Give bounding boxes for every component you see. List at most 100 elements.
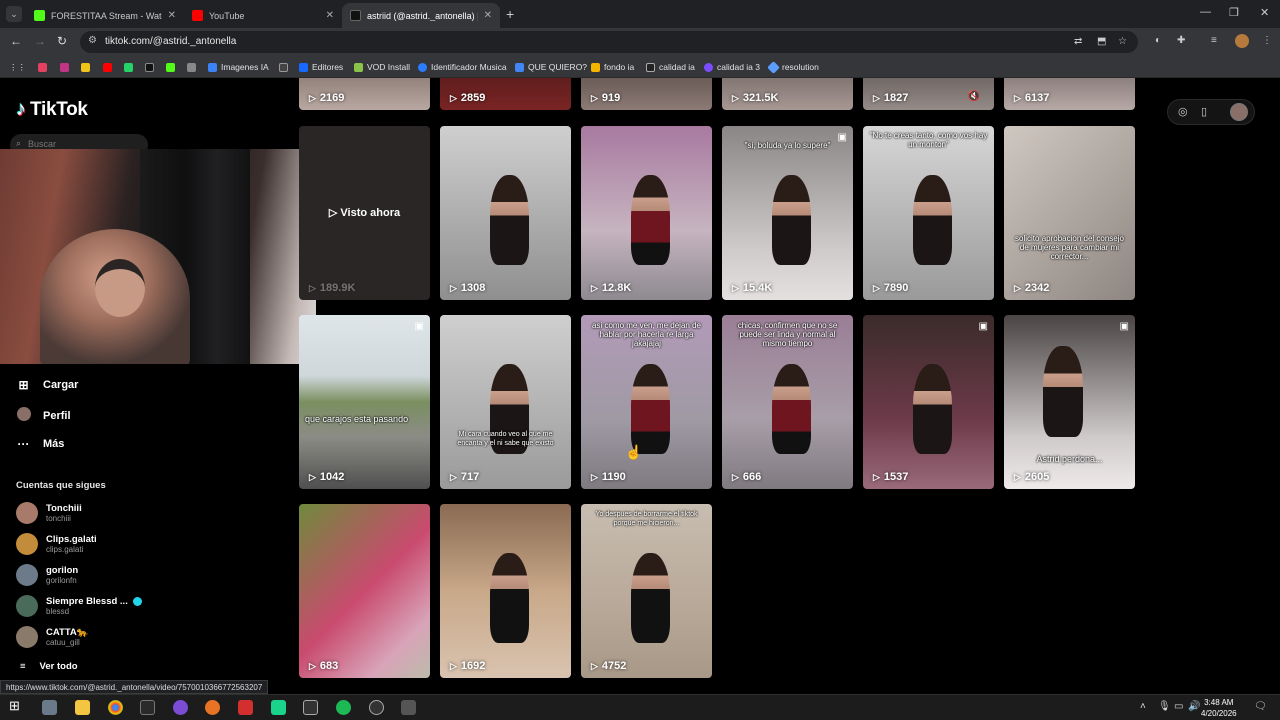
tab-forestitaa[interactable]: FORESTITAA Stream - Watch Li... ✕	[26, 3, 184, 28]
bookmark-6[interactable]	[145, 60, 154, 74]
video-tile[interactable]: "No te creas tanto, como vos hay un mont…	[863, 126, 994, 300]
tab-youtube[interactable]: YouTube ✕	[184, 3, 342, 28]
nav-profile[interactable]: Perfil	[16, 407, 71, 424]
video-tile[interactable]: ▷ 12.8K	[581, 126, 712, 300]
video-thumbnail	[912, 363, 953, 455]
volume-icon[interactable]: 🔊	[1188, 701, 1200, 712]
nav-upload[interactable]: ⊞ Cargar	[16, 378, 78, 392]
extension-icon[interactable]: ◐	[1155, 35, 1161, 46]
tab-search-button[interactable]: ⌄	[6, 6, 22, 22]
video-tile[interactable]: "si, boluda ya lo supere" ▣ ▷ 15.4K	[722, 126, 853, 300]
youtube-icon	[192, 10, 203, 21]
spotify-icon[interactable]	[336, 700, 351, 715]
tray-chevron-icon[interactable]: ˄	[1140, 701, 1146, 712]
network-icon[interactable]: ▭	[1174, 701, 1183, 712]
following-item[interactable]: gorilon gorilonfn	[16, 564, 78, 586]
play-icon: ▷	[591, 92, 598, 103]
browser-profile-avatar[interactable]	[1235, 34, 1249, 48]
bookmark-9[interactable]	[279, 60, 288, 74]
close-icon[interactable]: ✕	[484, 10, 492, 21]
tiktok-logo[interactable]: ♪ TikTok	[16, 98, 88, 121]
reload-button[interactable]: ↻	[57, 34, 67, 48]
ninja-recorder-icon[interactable]	[238, 700, 253, 715]
translate-icon[interactable]: ⇄	[1074, 36, 1082, 47]
close-icon[interactable]: ✕	[168, 10, 176, 21]
minimize-button[interactable]: —	[1200, 6, 1211, 18]
restore-button[interactable]: ❐	[1229, 6, 1239, 19]
video-tile[interactable]: ▷ 1827 🔇	[863, 78, 994, 110]
notifications-icon[interactable]: 🗨	[1254, 701, 1267, 712]
bookmark-vod-install[interactable]: VOD Install	[354, 60, 410, 74]
apps-grid-icon[interactable]: ⋮⋮	[9, 60, 26, 74]
following-item[interactable]: Clips.galati clips.galati	[16, 533, 97, 555]
bookmark-8[interactable]	[187, 60, 196, 74]
see-all-link[interactable]: ≡ Ver todo	[20, 661, 78, 672]
video-tile[interactable]: ▣ Astrid perdona... ▷ 2605	[1004, 315, 1135, 489]
menu-kebab-icon[interactable]: ⋮	[1262, 35, 1272, 46]
bookmark-que-quiero[interactable]: QUE QUIERO?	[515, 60, 587, 74]
bookmark-2[interactable]	[60, 60, 69, 74]
compass-icon[interactable]: ◎	[1178, 105, 1188, 118]
video-tile[interactable]: Mi cara cuando veo al que me encanta y e…	[440, 315, 571, 489]
bookmark-identificador-musica[interactable]: Identificador Musica	[418, 60, 507, 74]
video-tile-watched[interactable]: ▷ Visto ahora ▷ 189.9K	[299, 126, 430, 300]
bookmark-1[interactable]	[38, 60, 47, 74]
video-tile[interactable]: ▷ 1692	[440, 504, 571, 678]
video-tile[interactable]: chicas, confirmen que no se puede ser li…	[722, 315, 853, 489]
app-icon[interactable]	[401, 700, 416, 715]
following-item[interactable]: Siempre Blessd ... blessd	[16, 595, 142, 617]
bookmark-3[interactable]	[81, 60, 90, 74]
task-view-icon[interactable]	[42, 700, 57, 715]
video-tile[interactable]: asi como me ven, me dejan de hablar por …	[581, 315, 712, 489]
video-tile[interactable]: ▷ 683	[299, 504, 430, 678]
chrome-icon[interactable]	[108, 700, 123, 715]
following-item[interactable]: Tonchiii tonchiii	[16, 502, 82, 524]
tab-tiktok[interactable]: astriid (@astrid._antonella) | Ti... ✕	[342, 3, 500, 28]
kick-app-icon[interactable]	[271, 700, 286, 715]
new-tab-button[interactable]: +	[506, 6, 514, 22]
window-close-button[interactable]: ✕	[1260, 6, 1269, 19]
video-tile[interactable]: ▣ ▷ 1537	[863, 315, 994, 489]
bookmark-star-icon[interactable]: ☆	[1118, 36, 1127, 47]
obs-icon[interactable]	[369, 700, 384, 715]
bookmark-imagenes-ia[interactable]: Imagenes IA	[208, 60, 269, 74]
video-tile[interactable]: Yo despues de borrarme el tiktok porque …	[581, 504, 712, 678]
file-explorer-icon[interactable]	[75, 700, 90, 715]
site-info-icon[interactable]: ⚙	[88, 35, 97, 46]
following-item[interactable]: CATTA🐆 catuu_gill	[16, 626, 89, 648]
video-tile[interactable]: ▷ 2169	[299, 78, 430, 110]
bookmark-resolution[interactable]: resolution	[767, 60, 819, 74]
video-tile[interactable]: ▷ 919	[581, 78, 712, 110]
forward-button[interactable]: →	[34, 34, 46, 48]
video-tile[interactable]: ▷ 2859	[440, 78, 571, 110]
video-tile[interactable]: solicito aprobacion del consejo de mujer…	[1004, 126, 1135, 300]
video-tile[interactable]: ▷ 6137	[1004, 78, 1135, 110]
bookmark-calidad-ia[interactable]: calidad ia	[646, 60, 695, 74]
back-button[interactable]: ←	[10, 34, 22, 48]
bookmark-fondo-ia[interactable]: fondo ia	[591, 60, 634, 74]
system-clock[interactable]: 3:48 AM 4/20/2026	[1201, 697, 1237, 719]
microphone-icon[interactable]: 🎙	[1158, 701, 1171, 712]
capcut-icon[interactable]	[303, 700, 318, 715]
video-tile[interactable]: ▷ 321.5K	[722, 78, 853, 110]
discord-icon[interactable]	[173, 700, 188, 715]
bookmark-editores[interactable]: Editores	[299, 60, 343, 74]
phone-icon[interactable]: ▯	[1201, 105, 1207, 118]
bookmark-calidad-ia-3[interactable]: calidad ia 3	[704, 60, 760, 74]
install-app-icon[interactable]: ⬒	[1097, 36, 1106, 47]
bookmark-4[interactable]	[103, 60, 112, 74]
epic-games-icon[interactable]	[140, 700, 155, 715]
video-tile[interactable]: ▣ que carajos esta pasando ▷ 1042	[299, 315, 430, 489]
tab-media-icon[interactable]: ≡	[1211, 35, 1217, 46]
nav-more[interactable]: ··· Más	[16, 437, 65, 451]
bookmark-7[interactable]	[166, 60, 175, 74]
brave-icon[interactable]	[205, 700, 220, 715]
close-icon[interactable]: ✕	[326, 10, 334, 21]
extensions-puzzle-icon[interactable]: ✚	[1177, 35, 1185, 46]
user-avatar[interactable]	[1230, 103, 1248, 121]
address-bar[interactable]: ⚙ tiktok.com/@astrid._antonella ⇄ ⬒ ☆	[80, 31, 1138, 53]
muted-icon[interactable]: 🔇	[968, 91, 980, 102]
windows-start-icon[interactable]: ⊞	[9, 698, 24, 713]
video-tile[interactable]: ▷ 1308	[440, 126, 571, 300]
bookmark-5[interactable]	[124, 60, 133, 74]
